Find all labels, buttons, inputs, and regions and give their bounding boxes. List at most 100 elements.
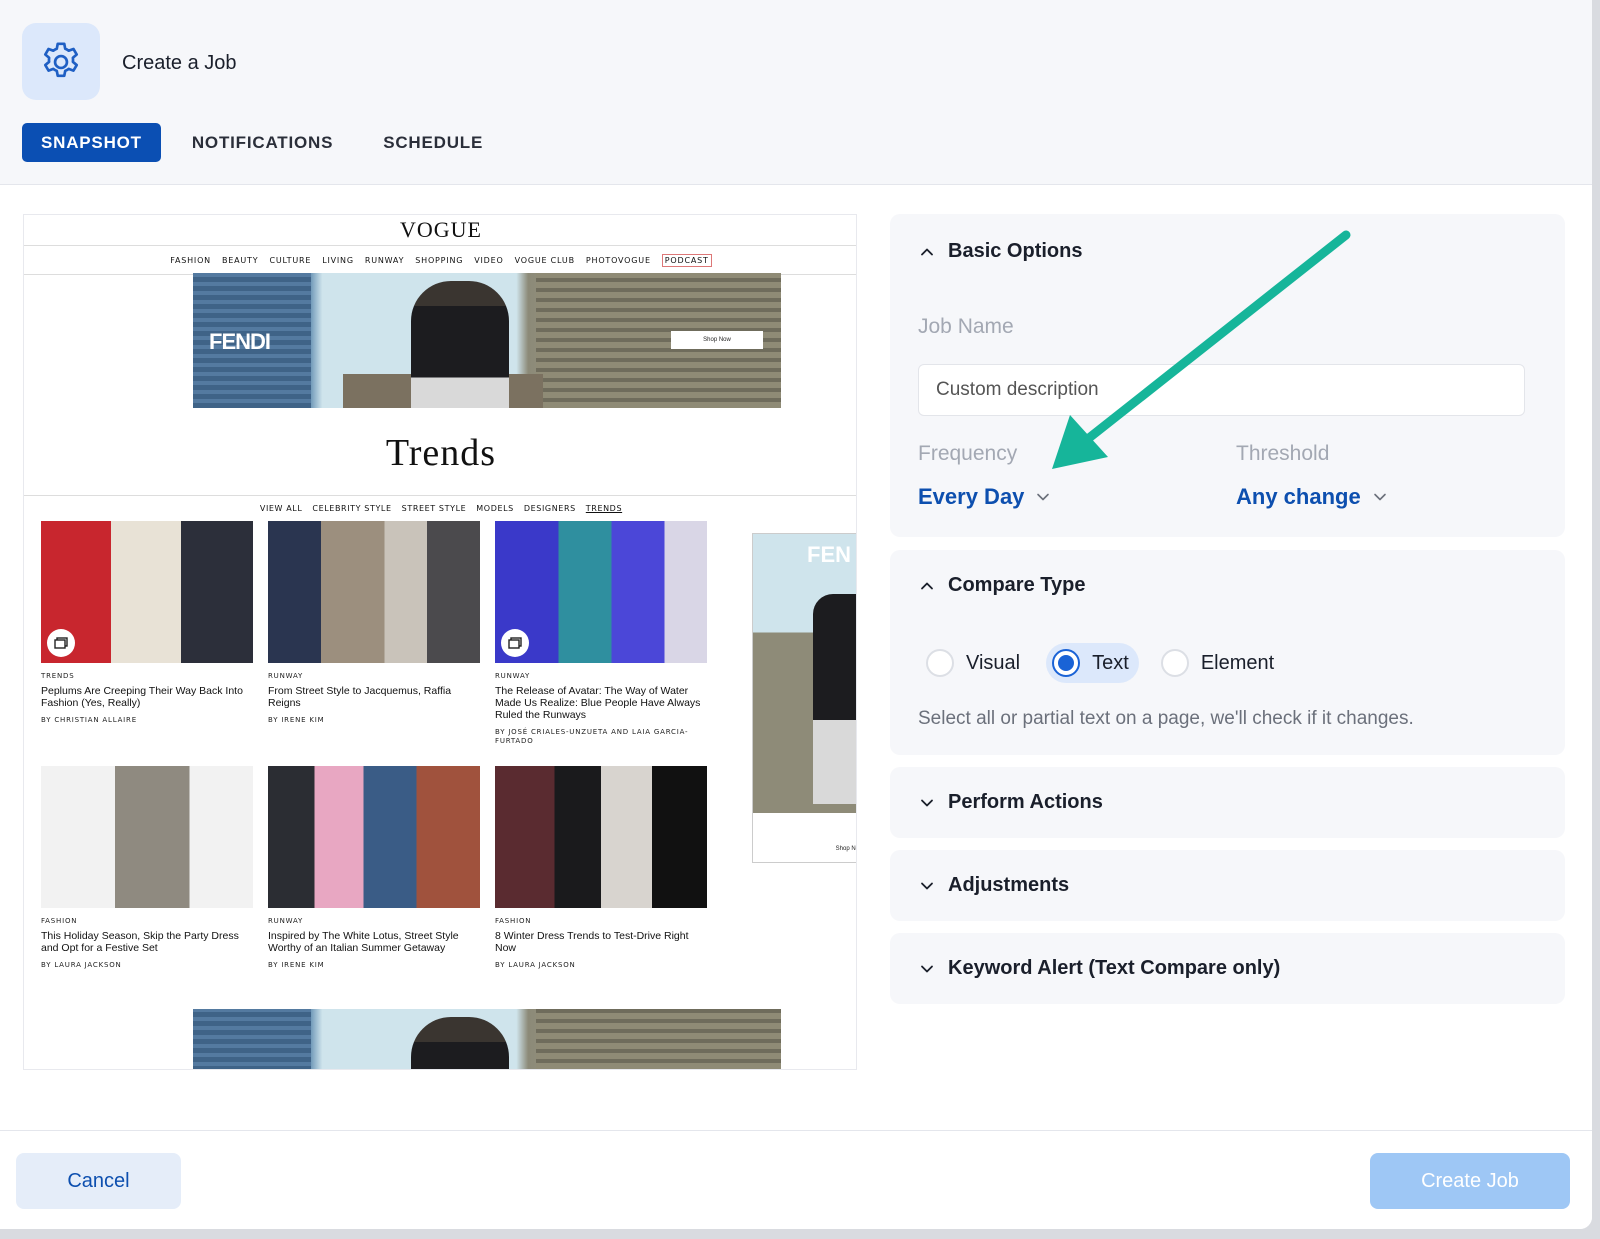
page-heading: Trends [385,432,497,474]
cancel-button[interactable]: Cancel [16,1153,181,1209]
tab-bar: SNAPSHOT NOTIFICATIONS SCHEDULE [22,123,514,162]
subnav-item: MODELS [476,504,514,513]
compare-element-radio[interactable]: Element [1155,643,1284,683]
article-byline: BY LAURA JACKSON [41,961,122,969]
article-card: RUNWAY From Street Style to Jacquemus, R… [268,521,482,725]
article-byline: BY CHRISTIAN ALLAIRE [41,716,137,724]
site-nav: FASHION BEAUTY CULTURE LIVING RUNWAY SHO… [24,245,856,275]
frequency-label: Frequency [918,442,1018,465]
adjustments-section[interactable]: Adjustments [890,850,1565,921]
chevron-down-icon [1373,493,1386,501]
tab-snapshot[interactable]: SNAPSHOT [22,123,161,162]
side-ad-shop-button: Shop No [759,842,856,856]
article-byline: BY IRENE KIM [268,961,325,969]
site-nav-item: BEAUTY [221,255,259,265]
article-image [495,766,707,908]
snapshot-preview[interactable]: VOGUE FASHION BEAUTY CULTURE LIVING RUNW… [23,214,857,1070]
radio-label: Text [1092,651,1129,674]
article-image [41,766,253,908]
compare-type-help: Select all or partial text on a page, we… [918,708,1414,729]
basic-options-toggle[interactable]: Basic Options [920,240,1082,263]
article-image [41,521,253,663]
site-nav-item: LIVING [322,255,354,265]
site-nav-item: PHOTOVOGUE [585,255,651,265]
article-category: TRENDS [41,672,75,680]
chevron-up-icon [921,582,933,589]
article-headline: This Holiday Season, Skip the Party Dres… [41,930,239,954]
site-nav-item: CULTURE [269,255,312,265]
subnav-item: VIEW ALL [259,504,303,513]
article-headline: The Release of Avatar: The Way of Water … [495,685,701,721]
article-card: RUNWAY The Release of Avatar: The Way of… [495,521,709,746]
keyword-alert-section[interactable]: Keyword Alert (Text Compare only) [890,933,1565,1004]
ad-shop-now-button: Shop Now [671,331,763,349]
threshold-label: Threshold [1236,442,1330,465]
article-headline: Peplums Are Creeping Their Way Back Into… [41,685,243,709]
adjustments-toggle[interactable]: Adjustments [920,874,1069,897]
gallery-icon [501,629,529,657]
compare-type-radio-group: Visual Text Element [920,643,1300,683]
create-job-button[interactable]: Create Job [1370,1153,1570,1209]
chevron-down-icon [921,882,933,889]
tab-notifications[interactable]: NOTIFICATIONS [173,123,352,162]
ad-model-figure [411,281,509,408]
article-byline: BY IRENE KIM [268,716,325,724]
article-image [495,521,707,663]
modal-title: Create a Job [122,52,237,74]
article-category: FASHION [41,917,78,925]
banner-ad: FENDI Shop Now [193,273,781,408]
side-ad-brand: FEN [807,542,851,567]
chevron-up-icon [921,248,933,255]
radio-label: Visual [966,651,1021,674]
perform-actions-section[interactable]: Perform Actions [890,767,1565,838]
section-subnav: VIEW ALL CELEBRITY STYLE STREET STYLE MO… [24,495,856,521]
article-category: RUNWAY [268,917,304,925]
basic-options-section: Basic Options Job Name Frequency Thresho… [890,214,1565,537]
gallery-icon [47,629,75,657]
site-logo: VOGUE [400,217,482,242]
chevron-down-icon [1037,493,1050,501]
article-category: FASHION [495,917,532,925]
modal-header: Create a Job SNAPSHOT NOTIFICATIONS SCHE… [0,0,1592,185]
ad-model-figure [411,1017,509,1069]
compare-type-section: Compare Type Visual Text Element Select … [890,550,1565,755]
radio-label: Element [1200,651,1275,674]
ad-brand: FENDI [209,329,271,354]
compare-visual-radio[interactable]: Visual [920,643,1030,683]
subnav-item: STREET STYLE [401,504,467,513]
gear-icon [22,23,100,100]
article-headline: 8 Winter Dress Trends to Test-Drive Righ… [495,930,689,954]
frequency-select[interactable]: Every Day [918,484,1050,510]
radio-circle [926,649,954,677]
article-image [268,521,480,663]
article-headline: From Street Style to Jacquemus, Raffia R… [268,685,452,709]
compare-type-toggle[interactable]: Compare Type [920,574,1085,597]
section-title: Compare Type [948,574,1086,596]
radio-circle [1160,649,1189,677]
frequency-value: Every Day [918,484,1025,509]
article-image [268,766,480,908]
modal-footer: Cancel Create Job [0,1130,1592,1229]
site-nav-item: SHOPPING [415,255,464,265]
compare-text-radio[interactable]: Text [1046,643,1139,683]
perform-actions-toggle[interactable]: Perform Actions [920,791,1103,814]
subnav-item: DESIGNERS [523,504,576,513]
section-title: Basic Options [948,240,1083,262]
subnav-item: CELEBRITY STYLE [312,504,392,513]
keyword-alert-toggle[interactable]: Keyword Alert (Text Compare only) [920,957,1280,980]
threshold-value: Any change [1236,484,1361,509]
ad-building [193,1009,311,1069]
subnav-item: TRENDS [585,504,623,513]
section-title: Perform Actions [948,791,1103,813]
site-nav-item: RUNWAY [364,255,405,265]
side-ad: FEN Shop No [752,533,856,863]
article-byline: BY JOSÉ CRIALES-UNZUETA AND LAIA GARCIA-… [495,728,689,745]
threshold-select[interactable]: Any change [1236,484,1387,510]
radio-circle [1052,649,1081,677]
article-byline: BY LAURA JACKSON [495,961,576,969]
bottom-banner-ad [193,1009,781,1069]
site-nav-item: VOGUE CLUB [514,255,575,265]
tab-schedule[interactable]: SCHEDULE [364,123,502,162]
job-name-input[interactable] [918,364,1525,416]
article-card: TRENDS Peplums Are Creeping Their Way Ba… [41,521,255,725]
